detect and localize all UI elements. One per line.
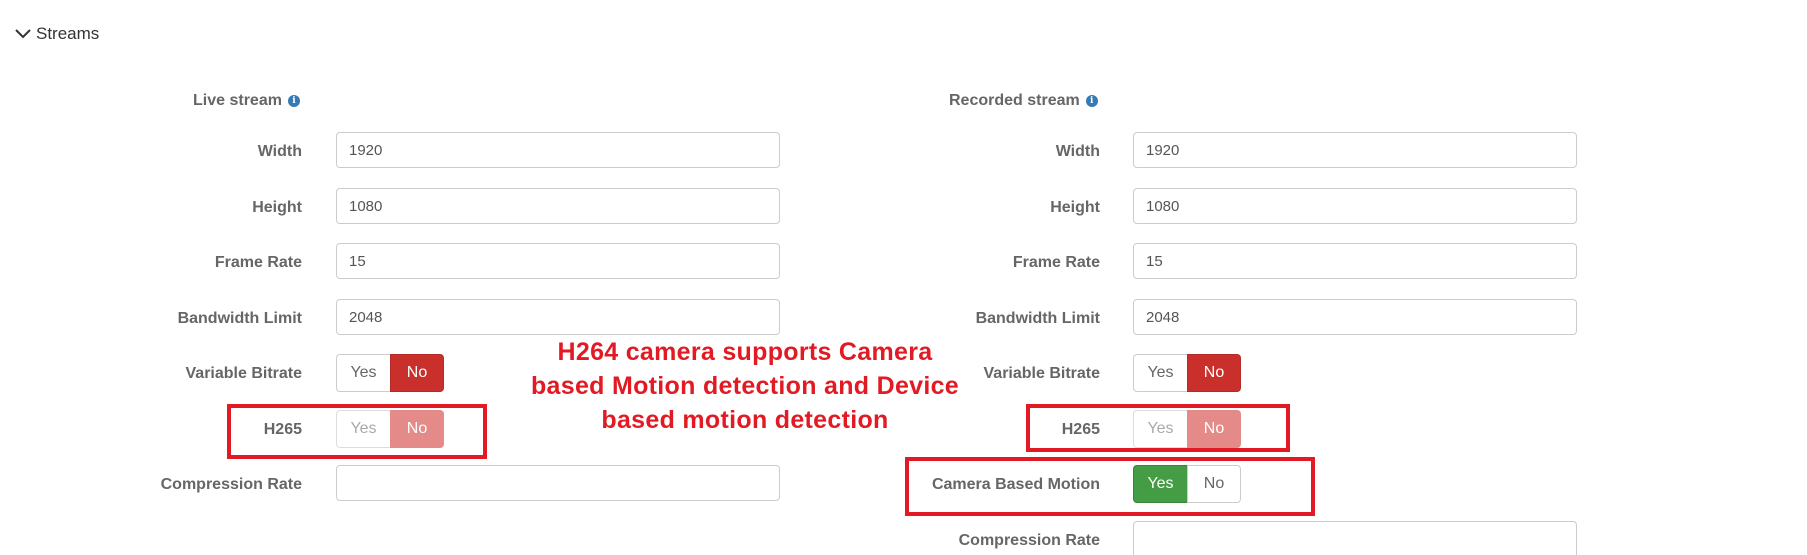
annotation-line-3: based motion detection: [601, 406, 889, 434]
recorded-stream-title: Recorded stream i: [949, 92, 1098, 110]
recorded-bandwidth-input[interactable]: [1133, 299, 1577, 335]
chevron-down-icon: [15, 29, 31, 39]
live-bandwidth-label: Bandwidth Limit: [177, 310, 302, 327]
live-compression-input[interactable]: [336, 465, 780, 501]
annotation-callout: H264 camera supports Camera based Motion…: [500, 335, 990, 437]
recorded-compression-label: Compression Rate: [958, 532, 1100, 549]
live-variable-bitrate-toggle: Yes No: [336, 354, 444, 392]
recorded-height-label: Height: [1050, 199, 1100, 216]
recorded-variable-bitrate-no[interactable]: No: [1187, 354, 1241, 392]
recorded-variable-bitrate-yes[interactable]: Yes: [1133, 354, 1187, 392]
recorded-variable-bitrate-label: Variable Bitrate: [983, 365, 1101, 382]
recorded-camera-motion-highlight-box: [905, 457, 1315, 516]
recorded-width-label: Width: [1055, 143, 1100, 160]
live-frame-rate-label: Frame Rate: [214, 254, 302, 271]
section-title: Streams: [36, 24, 100, 43]
live-variable-bitrate-no[interactable]: No: [390, 354, 444, 392]
live-height-input[interactable]: [336, 188, 780, 224]
live-width-label: Width: [257, 143, 302, 160]
recorded-h265-highlight-box: [1026, 404, 1290, 452]
live-stream-title: Live stream i: [193, 92, 300, 110]
live-frame-rate-input[interactable]: [336, 243, 780, 279]
live-width-input[interactable]: [336, 132, 780, 168]
live-bandwidth-input[interactable]: [336, 299, 780, 335]
live-stream-title-text: Live stream: [193, 92, 282, 109]
streams-section-toggle[interactable]: Streams: [14, 24, 99, 44]
recorded-frame-rate-label: Frame Rate: [1012, 254, 1100, 271]
annotation-line-2: based Motion detection and Device: [530, 372, 960, 400]
live-compression-label: Compression Rate: [160, 476, 302, 493]
recorded-variable-bitrate-toggle: Yes No: [1133, 354, 1241, 392]
info-icon[interactable]: i: [287, 95, 300, 107]
recorded-stream-title-text: Recorded stream: [949, 92, 1080, 109]
annotation-line-1: H264 camera supports Camera: [557, 338, 933, 366]
live-variable-bitrate-yes[interactable]: Yes: [336, 354, 390, 392]
live-h265-highlight-box: [227, 404, 487, 459]
live-height-label: Height: [252, 199, 302, 216]
recorded-bandwidth-label: Bandwidth Limit: [975, 310, 1100, 327]
recorded-width-input[interactable]: [1133, 132, 1577, 168]
recorded-compression-input[interactable]: [1133, 521, 1577, 555]
recorded-frame-rate-input[interactable]: [1133, 243, 1577, 279]
live-variable-bitrate-label: Variable Bitrate: [185, 365, 303, 382]
info-icon[interactable]: i: [1085, 95, 1098, 107]
recorded-height-input[interactable]: [1133, 188, 1577, 224]
